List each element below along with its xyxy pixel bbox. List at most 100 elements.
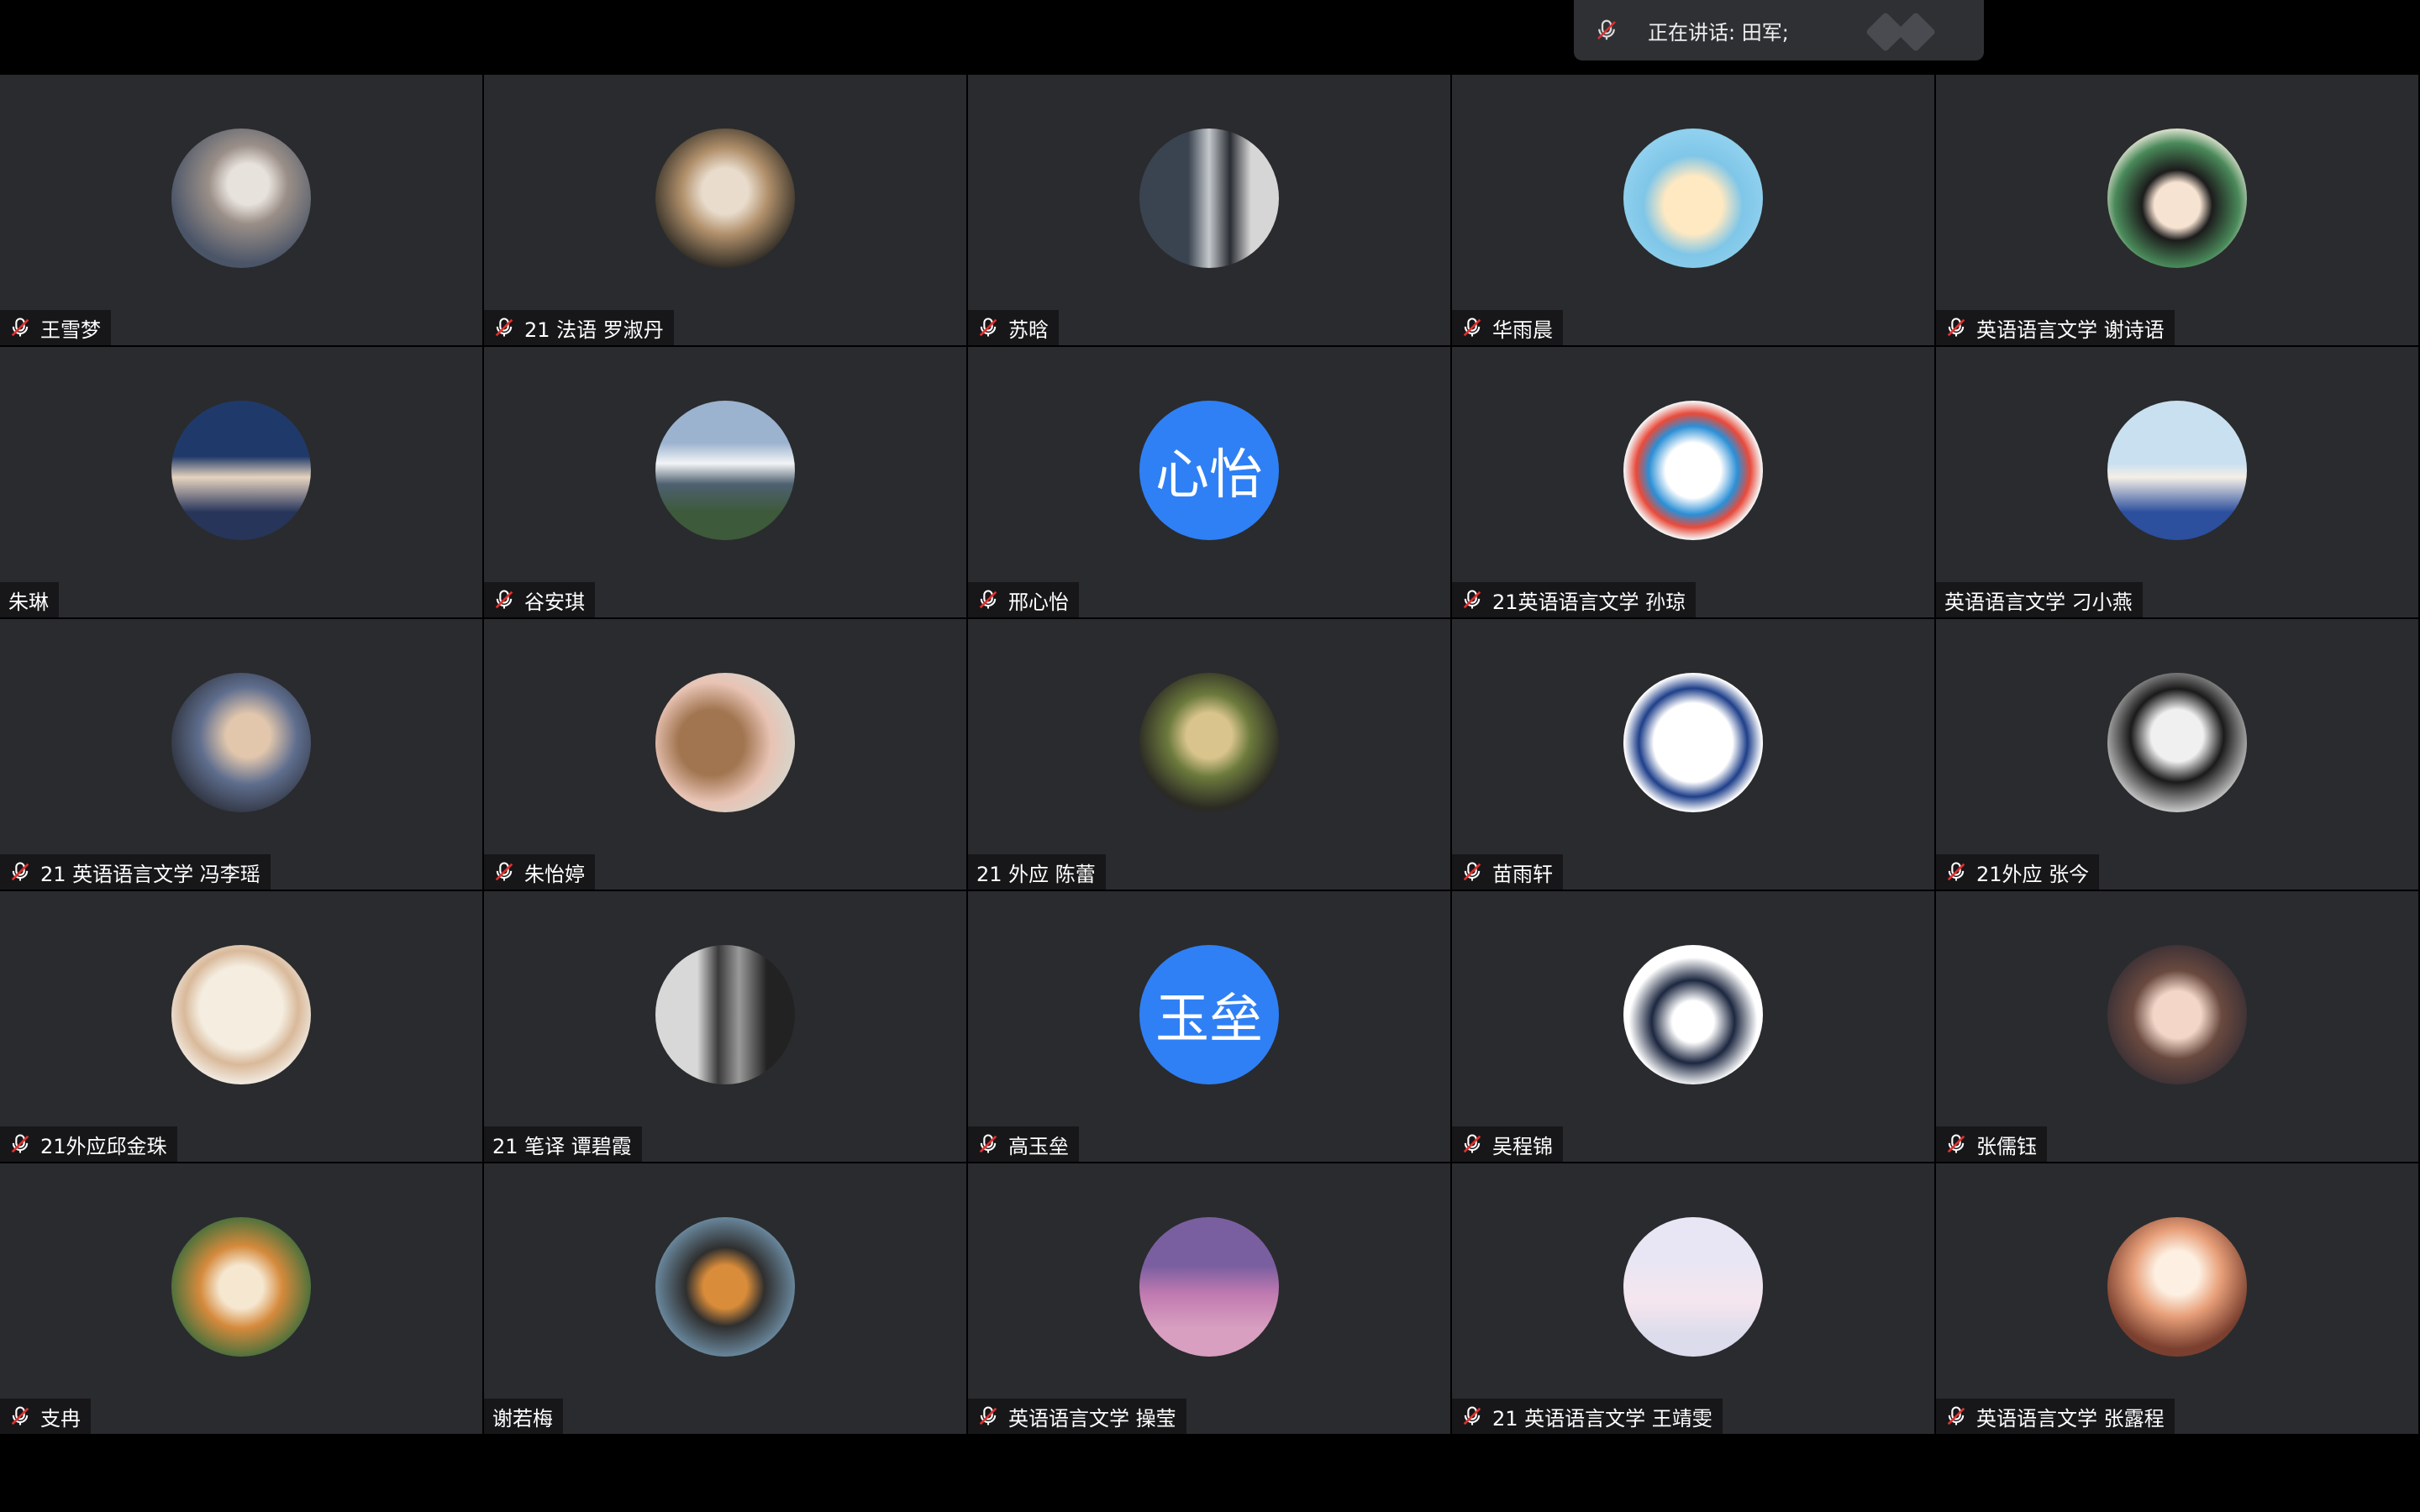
avatar	[2107, 945, 2247, 1084]
mic-muted-icon	[1947, 318, 1965, 337]
participant-name: 朱怡婷	[524, 862, 585, 886]
participant-tile[interactable]: 苗雨轩	[1452, 619, 1934, 890]
mic-muted-icon	[979, 1406, 997, 1425]
participant-name: 21英语语言文学 孙琼	[1492, 590, 1686, 614]
participant-name-tag: 英语语言文学 张露程	[1936, 1399, 2175, 1434]
participant-tile[interactable]: 21英语语言文学 孙琼	[1452, 347, 1934, 617]
mic-muted-icon	[1463, 1406, 1481, 1425]
participant-name-tag: 21外应邱金珠	[0, 1126, 177, 1162]
participant-name-tag: 华雨晨	[1452, 310, 1563, 345]
participant-name-tag: 21 笔译 谭碧霞	[484, 1126, 642, 1162]
participant-tile[interactable]: 朱琳	[0, 347, 482, 617]
participant-name: 高玉垒	[1008, 1134, 1069, 1158]
participant-name-tag: 苗雨轩	[1452, 854, 1563, 890]
avatar	[655, 129, 795, 268]
participant-name-tag: 谢若梅	[484, 1399, 563, 1434]
participant-tile[interactable]: 华雨晨	[1452, 75, 1934, 345]
participant-tile[interactable]: 王雪梦	[0, 75, 482, 345]
participant-name-tag: 21 法语 罗淑丹	[484, 310, 674, 345]
mic-muted-icon	[495, 318, 513, 337]
avatar	[655, 1217, 795, 1357]
avatar	[171, 1217, 311, 1357]
mic-muted-icon	[1947, 862, 1965, 881]
avatar	[655, 673, 795, 812]
participant-tile[interactable]: 玉垒 高玉垒	[968, 891, 1450, 1162]
participant-name-tag: 吴程锦	[1452, 1126, 1563, 1162]
active-speaker-banner[interactable]: 正在讲话: 田军;	[1574, 0, 1984, 60]
participant-name: 21 笔译 谭碧霞	[492, 1134, 632, 1158]
avatar	[655, 401, 795, 540]
participant-name: 21 外应 陈蕾	[976, 862, 1096, 886]
participant-tile[interactable]: 英语语言文学 刁小燕	[1936, 347, 2418, 617]
participant-name: 邢心怡	[1008, 590, 1069, 614]
mic-muted-icon	[11, 1406, 29, 1425]
participant-name-tag: 朱怡婷	[484, 854, 595, 890]
participant-name: 张儒钰	[1976, 1134, 2037, 1158]
participant-name-tag: 英语语言文学 谢诗语	[1936, 310, 2175, 345]
avatar	[2107, 129, 2247, 268]
participant-tile[interactable]: 21外应邱金珠	[0, 891, 482, 1162]
participant-tile[interactable]: 张儒钰	[1936, 891, 2418, 1162]
participant-tile[interactable]: 谢若梅	[484, 1163, 966, 1434]
participant-name-tag: 21 外应 陈蕾	[968, 854, 1106, 890]
mic-muted-icon	[1947, 1406, 1965, 1425]
avatar	[1139, 673, 1279, 812]
participant-name-tag: 21 英语语言文学 冯李瑶	[0, 854, 271, 890]
participant-name-tag: 邢心怡	[968, 582, 1079, 617]
avatar	[1623, 945, 1763, 1084]
participant-tile[interactable]: 支冉	[0, 1163, 482, 1434]
participant-name-tag: 支冉	[0, 1399, 91, 1434]
participant-name: 谢若梅	[492, 1406, 553, 1431]
participant-tile[interactable]: 英语语言文学 张露程	[1936, 1163, 2418, 1434]
mic-muted-icon	[1597, 19, 1616, 40]
participant-tile[interactable]: 英语语言文学 谢诗语	[1936, 75, 2418, 345]
mic-muted-icon	[1463, 862, 1481, 881]
participant-name: 华雨晨	[1492, 318, 1553, 342]
participant-tile[interactable]: 21 英语语言文学 王靖雯	[1452, 1163, 1934, 1434]
mic-muted-icon	[495, 590, 513, 609]
participant-name: 王雪梦	[40, 318, 101, 342]
participant-name: 英语语言文学 操莹	[1008, 1406, 1176, 1431]
mic-muted-icon	[1463, 318, 1481, 337]
mic-muted-icon	[495, 862, 513, 881]
participant-name: 苗雨轩	[1492, 862, 1553, 886]
avatar	[171, 673, 311, 812]
avatar	[655, 945, 795, 1084]
participant-tile[interactable]: 心怡 邢心怡	[968, 347, 1450, 617]
participant-tile[interactable]: 21 英语语言文学 冯李瑶	[0, 619, 482, 890]
participant-name-tag: 朱琳	[0, 582, 59, 617]
participant-name: 朱琳	[8, 590, 49, 614]
participant-tile[interactable]: 21外应 张今	[1936, 619, 2418, 890]
speaking-text: 正在讲话: 田军;	[1648, 20, 1789, 45]
meeting-window: 正在讲话: 田军; 王雪梦 21 法语 罗淑丹 苏晗 华雨晨 英语语言文学 谢诗…	[0, 0, 2420, 1512]
participant-name: 21 法语 罗淑丹	[524, 318, 664, 342]
participant-name: 谷安琪	[524, 590, 585, 614]
mic-muted-icon	[1463, 1134, 1481, 1153]
mic-muted-icon	[979, 590, 997, 609]
avatar	[2107, 673, 2247, 812]
participant-tile[interactable]: 英语语言文学 操莹	[968, 1163, 1450, 1434]
participant-name: 英语语言文学 刁小燕	[1944, 590, 2133, 614]
participant-tile[interactable]: 21 笔译 谭碧霞	[484, 891, 966, 1162]
participant-name-tag: 英语语言文学 刁小燕	[1936, 582, 2143, 617]
avatar	[2107, 401, 2247, 540]
participant-name: 支冉	[40, 1406, 81, 1431]
avatar	[1623, 1217, 1763, 1357]
participant-name-tag: 高玉垒	[968, 1126, 1079, 1162]
participant-tile[interactable]: 朱怡婷	[484, 619, 966, 890]
participant-tile[interactable]: 21 外应 陈蕾	[968, 619, 1450, 890]
participant-tile[interactable]: 21 法语 罗淑丹	[484, 75, 966, 345]
avatar	[171, 129, 311, 268]
avatar	[1139, 129, 1279, 268]
participant-name-tag: 谷安琪	[484, 582, 595, 617]
participant-name-tag: 英语语言文学 操莹	[968, 1399, 1186, 1434]
participant-name-tag: 21 英语语言文学 王靖雯	[1452, 1399, 1723, 1434]
participant-name: 英语语言文学 谢诗语	[1976, 318, 2165, 342]
participant-tile[interactable]: 谷安琪	[484, 347, 966, 617]
mic-muted-icon	[11, 318, 29, 337]
participant-tile[interactable]: 吴程锦	[1452, 891, 1934, 1162]
participant-name: 21 英语语言文学 冯李瑶	[40, 862, 260, 886]
avatar: 玉垒	[1139, 945, 1279, 1084]
avatar	[1139, 1217, 1279, 1357]
participant-tile[interactable]: 苏晗	[968, 75, 1450, 345]
